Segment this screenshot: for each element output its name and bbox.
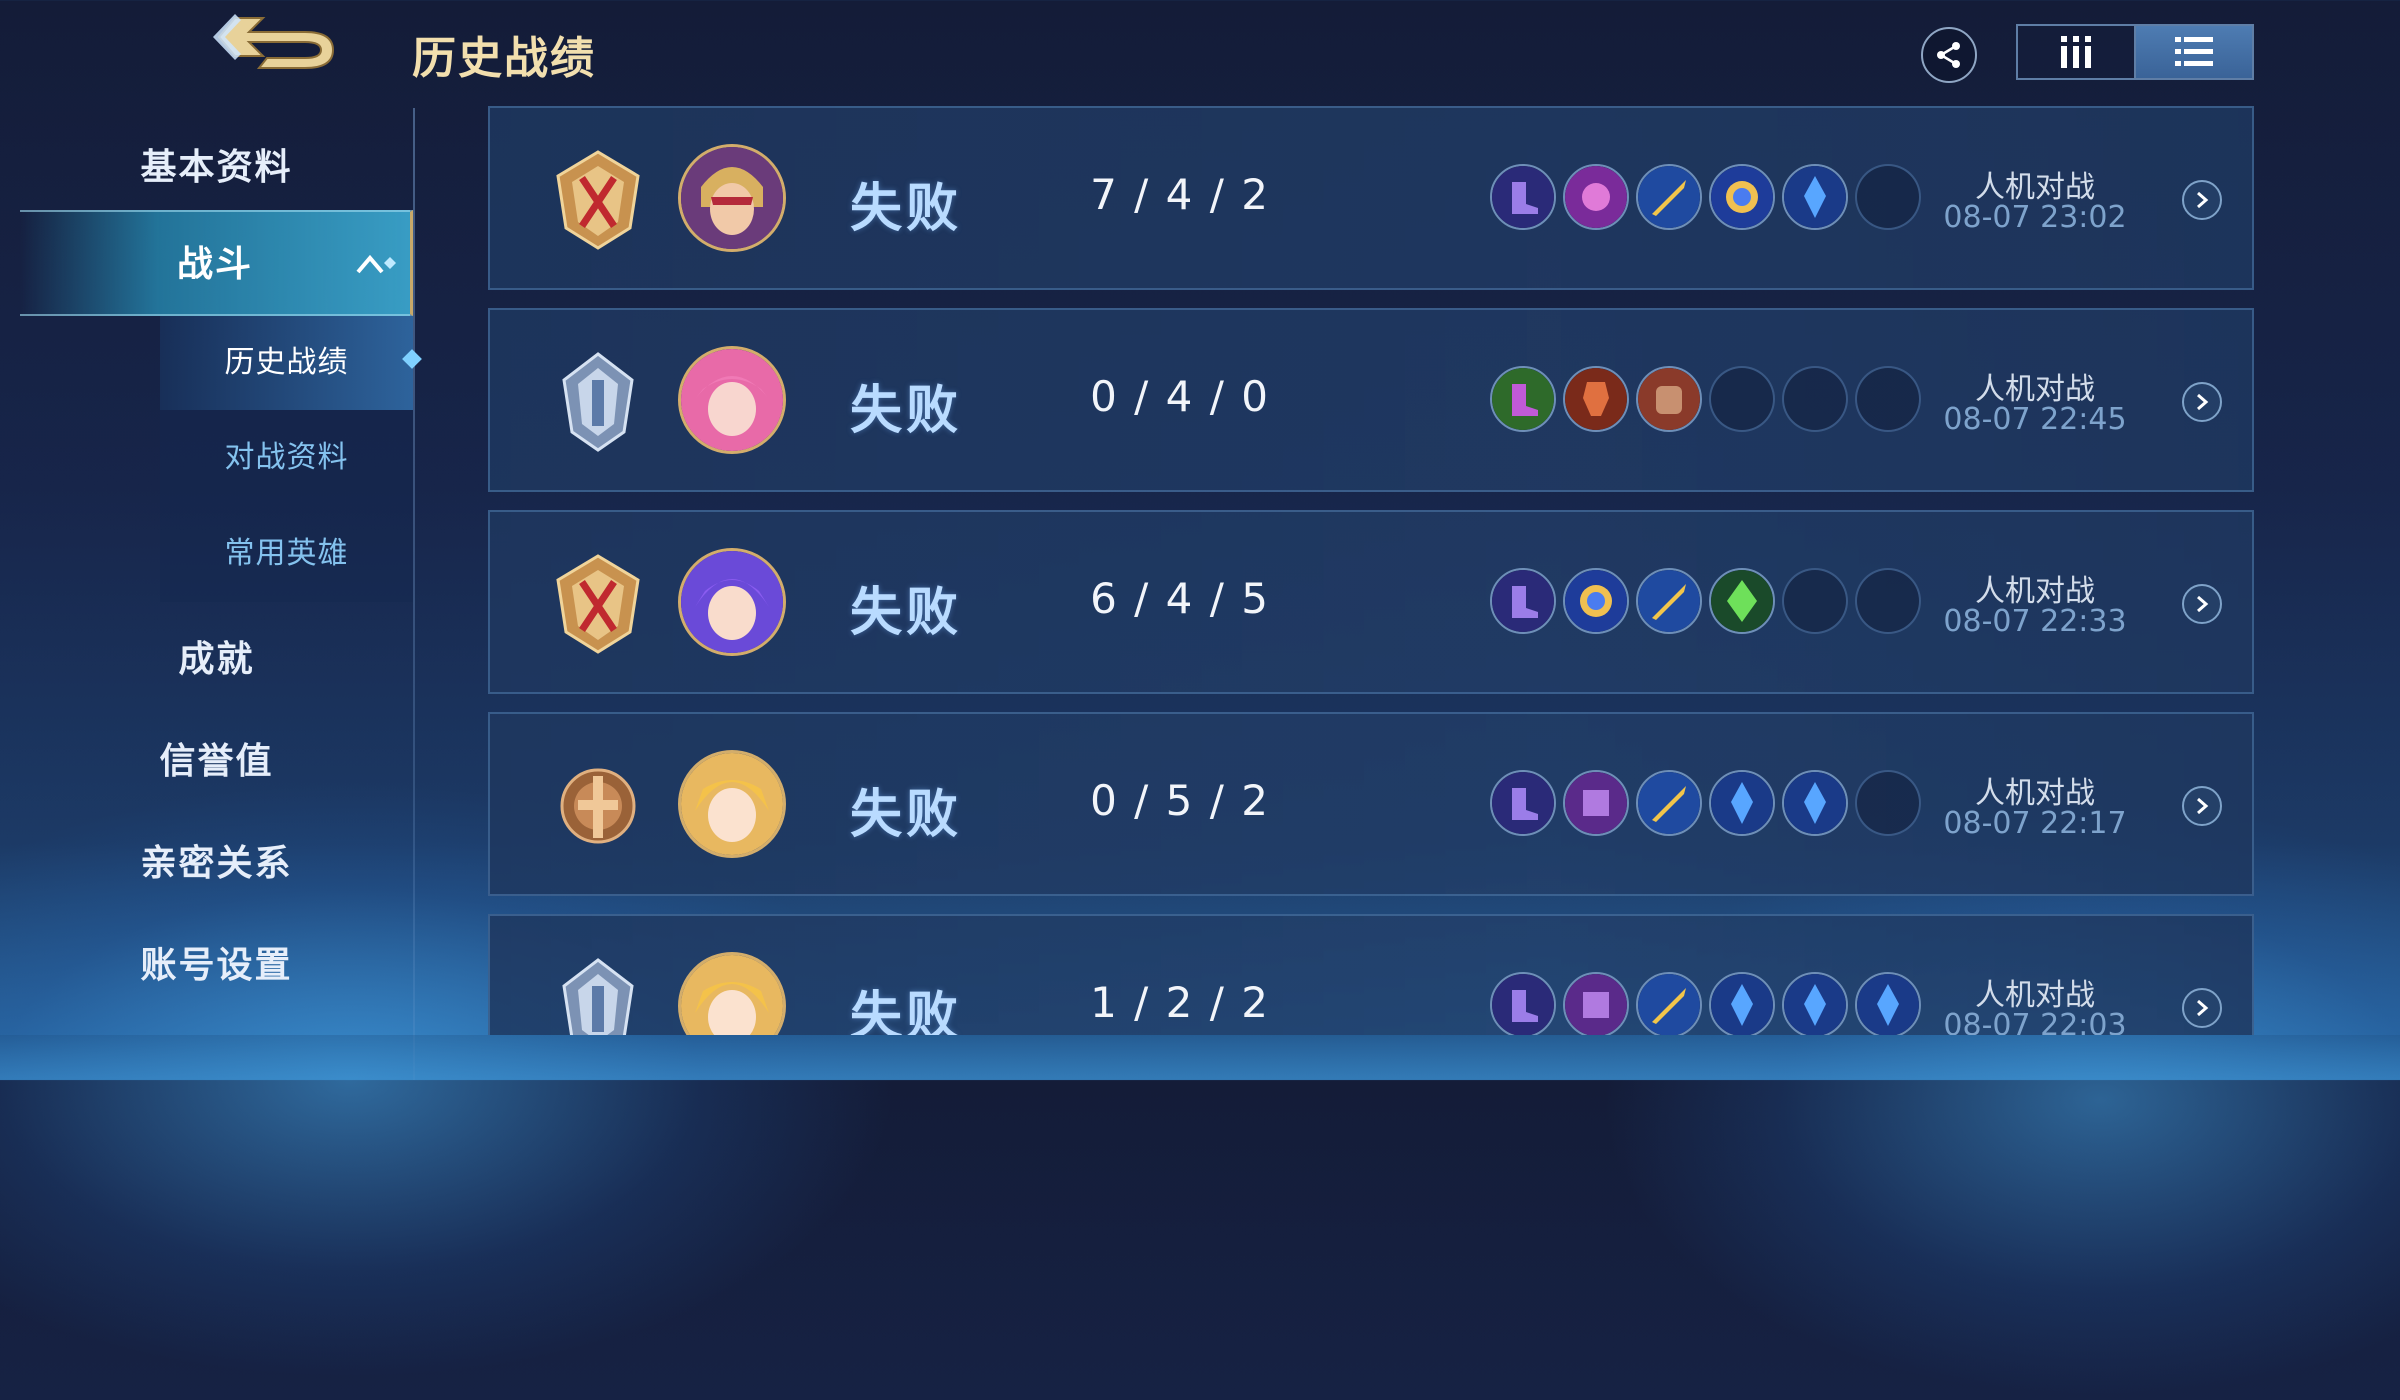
axe-item-icon: [1563, 366, 1629, 432]
orb-item-icon: [1563, 568, 1629, 634]
chevron-right-icon: [2197, 191, 2209, 209]
match-row[interactable]: 失败 6 / 4 / 5 人机对战 08-07 22:33: [488, 510, 2254, 694]
match-kda: 0 / 5 / 2: [1090, 776, 1270, 825]
orb-item-icon: [1709, 164, 1775, 230]
spear-item-icon: [1636, 164, 1702, 230]
match-detail-button[interactable]: [2182, 988, 2222, 1028]
chevron-right-icon: [2197, 999, 2209, 1017]
match-kda: 1 / 2 / 2: [1090, 978, 1270, 1027]
boots-item-icon: [1490, 164, 1556, 230]
crystal-item-icon: [1855, 972, 1921, 1035]
equipment-list: [1490, 770, 1921, 836]
empty-item-slot: [1782, 568, 1848, 634]
bottom-glow-bar: [0, 1035, 2400, 1080]
empty-item-slot: [1855, 164, 1921, 230]
match-detail-button[interactable]: [2182, 382, 2222, 422]
rank-badge-bronze-icon: [560, 768, 636, 844]
match-list: 失败 7 / 4 / 2 人机对战 08-07 23:02 失败 0 / 4 /…: [0, 0, 2400, 1035]
empty-item-slot: [1855, 770, 1921, 836]
hero-avatar: [678, 144, 786, 252]
match-kda: 0 / 4 / 0: [1090, 372, 1270, 421]
match-time: 08-07 22:45: [1943, 402, 2127, 437]
crystal-item-icon: [1709, 972, 1775, 1035]
match-time: 08-07 22:03: [1943, 1008, 2127, 1035]
rank-badge-gold-icon: [556, 150, 640, 250]
match-row[interactable]: 失败 0 / 5 / 2 人机对战 08-07 22:17: [488, 712, 2254, 896]
empty-item-slot: [1855, 366, 1921, 432]
match-result: 失败: [850, 987, 963, 1035]
match-time: 08-07 23:02: [1943, 200, 2127, 235]
green-gem-item-icon: [1709, 568, 1775, 634]
equipment-list: [1490, 568, 1921, 634]
crystal-item-icon: [1782, 972, 1848, 1035]
match-detail-button[interactable]: [2182, 786, 2222, 826]
tome-item-icon: [1563, 770, 1629, 836]
match-time: 08-07 22:17: [1943, 806, 2127, 841]
boots-item-icon: [1490, 972, 1556, 1035]
match-kda: 7 / 4 / 2: [1090, 170, 1270, 219]
hero-avatar: [678, 346, 786, 454]
empty-item-slot: [1709, 366, 1775, 432]
armor-item-icon: [1636, 366, 1702, 432]
boots-item-icon: [1490, 568, 1556, 634]
hero-avatar: [678, 952, 786, 1035]
match-result: 失败: [850, 785, 963, 845]
match-time: 08-07 22:33: [1943, 604, 2127, 639]
match-result: 失败: [850, 381, 963, 441]
rank-badge-gold-icon: [556, 554, 640, 654]
spear-item-icon: [1636, 568, 1702, 634]
match-row[interactable]: 失败 1 / 2 / 2 人机对战 08-07 22:03: [488, 914, 2254, 1035]
match-result: 失败: [850, 583, 963, 643]
hero-avatar: [678, 750, 786, 858]
empty-item-slot: [1855, 568, 1921, 634]
boots-item-icon: [1490, 770, 1556, 836]
equipment-list: [1490, 366, 1921, 432]
equipment-list: [1490, 972, 1921, 1035]
hero-avatar: [678, 548, 786, 656]
crystal-item-icon: [1782, 770, 1848, 836]
boots-item-icon: [1490, 366, 1556, 432]
crystal-item-icon: [1709, 770, 1775, 836]
match-detail-button[interactable]: [2182, 584, 2222, 624]
tome-item-icon: [1563, 972, 1629, 1035]
match-result: 失败: [850, 179, 963, 239]
equipment-list: [1490, 164, 1921, 230]
crystal-item-icon: [1782, 164, 1848, 230]
rank-badge-silver-icon: [562, 352, 634, 452]
chevron-right-icon: [2197, 393, 2209, 411]
match-row[interactable]: 失败 0 / 4 / 0 人机对战 08-07 22:45: [488, 308, 2254, 492]
magic-item-icon: [1563, 164, 1629, 230]
match-kda: 6 / 4 / 5: [1090, 574, 1270, 623]
rank-badge-silver-icon: [562, 958, 634, 1035]
chevron-right-icon: [2197, 797, 2209, 815]
spear-item-icon: [1636, 972, 1702, 1035]
match-detail-button[interactable]: [2182, 180, 2222, 220]
spear-item-icon: [1636, 770, 1702, 836]
chevron-right-icon: [2197, 595, 2209, 613]
match-row[interactable]: 失败 7 / 4 / 2 人机对战 08-07 23:02: [488, 106, 2254, 290]
empty-item-slot: [1782, 366, 1848, 432]
